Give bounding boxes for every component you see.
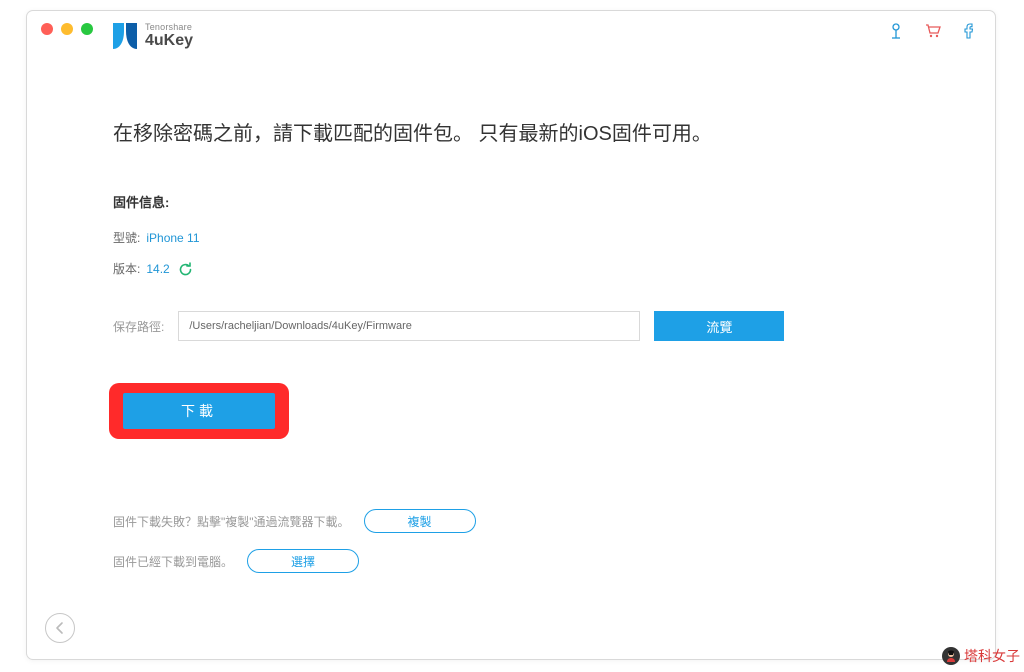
version-label: 版本: (113, 260, 140, 277)
titlebar: Tenorshare 4uKey (27, 11, 995, 55)
headline: 在移除密碼之前，請下載匹配的固件包。 只有最新的iOS固件可用。 (113, 117, 909, 146)
main-content: 在移除密碼之前，請下載匹配的固件包。 只有最新的iOS固件可用。 固件信息: 型… (27, 55, 995, 573)
cart-icon[interactable] (925, 23, 941, 39)
window-controls (41, 23, 93, 35)
brand-company: Tenorshare (145, 23, 193, 32)
minimize-window-button[interactable] (61, 23, 73, 35)
facebook-icon[interactable] (963, 23, 973, 39)
back-button[interactable] (45, 613, 75, 643)
download-button[interactable]: 下載 (123, 393, 275, 429)
account-icon[interactable] (889, 23, 903, 39)
watermark-text: 塔科女子 (964, 646, 1020, 666)
copy-button[interactable]: 複製 (364, 509, 476, 533)
maximize-window-button[interactable] (81, 23, 93, 35)
brand-product: 4uKey (145, 33, 193, 49)
select-button[interactable]: 選擇 (247, 549, 359, 573)
model-value: iPhone 11 (146, 231, 199, 245)
path-label: 保存路徑: (113, 318, 164, 335)
download-highlight: 下載 (109, 383, 289, 439)
close-window-button[interactable] (41, 23, 53, 35)
model-label: 型號: (113, 229, 140, 246)
download-fail-text: 固件下載失敗？點擊"複製"通過流覽器下載。 (113, 513, 350, 530)
browse-button[interactable]: 流覽 (654, 311, 784, 341)
refresh-icon[interactable] (178, 262, 192, 276)
version-row: 版本: 14.2 (113, 260, 909, 277)
firmware-section-label: 固件信息: (113, 192, 909, 211)
app-window: Tenorshare 4uKey 在移除密碼之前，請下載匹配的固件包。 只有最新… (26, 10, 996, 660)
already-downloaded-text: 固件已經下載到電腦。 (113, 553, 233, 570)
save-path-row: 保存路徑: 流覽 (113, 311, 909, 341)
watermark: 塔科女子 (942, 646, 1020, 666)
version-value: 14.2 (146, 262, 169, 276)
path-input[interactable] (178, 311, 640, 341)
model-row: 型號: iPhone 11 (113, 229, 909, 246)
footer-options: 固件下載失敗？點擊"複製"通過流覽器下載。 複製 固件已經下載到電腦。 選擇 (113, 509, 909, 573)
brand: Tenorshare 4uKey (111, 21, 193, 51)
brand-logo-icon (111, 21, 139, 51)
watermark-avatar-icon (942, 647, 960, 665)
